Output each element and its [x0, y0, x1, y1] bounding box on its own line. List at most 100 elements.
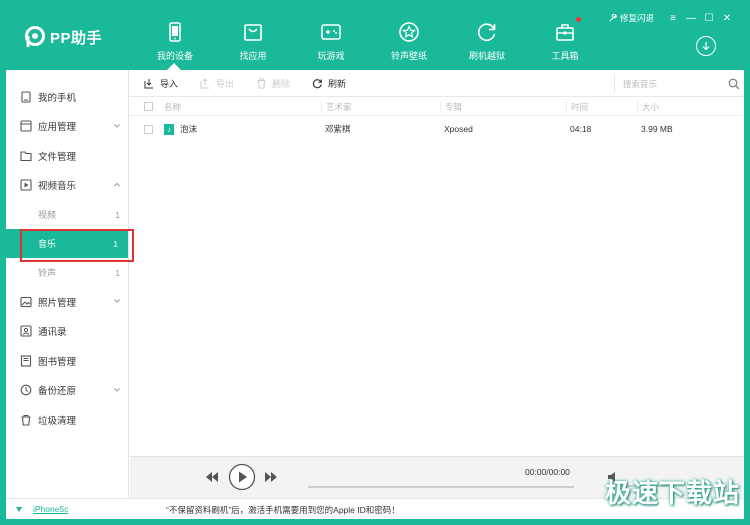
- nav-label: 玩游戏: [317, 51, 345, 61]
- nav-label: 找应用: [239, 51, 267, 61]
- delete-label: 删除: [272, 78, 291, 89]
- delete-button[interactable]: 删除: [256, 77, 290, 90]
- sidebar-item-label: 图书管理: [38, 356, 77, 368]
- download-icon[interactable]: [696, 36, 716, 56]
- row-checkbox[interactable]: [144, 124, 153, 134]
- nav-my-device[interactable]: 我的设备: [136, 6, 214, 70]
- sidebar-item-label: 垃圾清理: [38, 415, 77, 427]
- app-name: PP助手: [50, 29, 103, 47]
- play-icon[interactable]: [228, 463, 256, 491]
- sidebar-item-video-music[interactable]: 视频音乐: [6, 171, 128, 201]
- dropdown-arrow-icon: [16, 506, 22, 512]
- export-button[interactable]: 导出: [200, 77, 234, 90]
- sidebar-item-backup-restore[interactable]: 备份还原: [6, 376, 128, 406]
- item-count: 1: [115, 209, 120, 220]
- select-all-checkbox[interactable]: [144, 102, 153, 111]
- music-note-icon: ♪: [164, 124, 174, 136]
- sidebar-item-label: 通讯录: [38, 327, 67, 339]
- header-bar: PP助手 我的设备 找应用 玩游戏 铃声壁纸 刷机越狱 工具箱 修复闪退 ≡ —…: [6, 6, 744, 70]
- time-cell: 04:18: [570, 124, 592, 134]
- sidebar-item-label: 文件管理: [38, 151, 77, 163]
- table-row[interactable]: ♪ 泡沫 邓紫棋 Xposed 04:18 3.99 MB: [130, 116, 744, 142]
- col-header-album[interactable]: 专辑: [440, 100, 462, 113]
- nav-games[interactable]: 玩游戏: [292, 6, 370, 70]
- item-count: 1: [115, 267, 120, 278]
- backup-icon: [20, 384, 32, 396]
- size-cell: 3.99 MB: [641, 124, 673, 134]
- sidebar-subitem-label: 音乐: [38, 239, 57, 249]
- sidebar-subitem-ringtone[interactable]: 铃声 1: [6, 258, 128, 287]
- item-count: 1: [113, 238, 118, 249]
- maximize-icon[interactable]: ☐: [700, 13, 718, 24]
- sidebar-item-contacts[interactable]: 通讯录: [6, 317, 128, 347]
- col-header-time[interactable]: 时间: [566, 100, 588, 113]
- sidebar-subitem-label: 铃声: [38, 268, 57, 278]
- nav-label: 铃声壁纸: [390, 51, 427, 61]
- playback-time: 00:00/00:00: [525, 467, 570, 477]
- song-name: 泡沫: [180, 123, 198, 134]
- table-header: 名称 艺术家 专辑 时间 大小: [130, 98, 744, 116]
- sidebar-subitem-label: 视频: [38, 210, 57, 220]
- rewind-icon[interactable]: [206, 472, 218, 482]
- sidebar-item-my-phone[interactable]: 我的手机: [6, 82, 128, 112]
- device-selector[interactable]: iPhone5c: [16, 504, 68, 514]
- sidebar-item-label: 备份还原: [38, 386, 77, 398]
- import-icon: [144, 78, 153, 88]
- wrench-icon: [609, 13, 617, 22]
- chevron-down-icon: [114, 387, 120, 392]
- video-icon: [20, 179, 32, 191]
- sidebar-item-app-management[interactable]: 应用管理: [6, 112, 128, 142]
- playback-progress-bar[interactable]: [308, 486, 574, 488]
- sidebar-item-label: 应用管理: [38, 122, 77, 134]
- export-label: 导出: [216, 78, 235, 89]
- repair-crash-button[interactable]: 修复闪退: [608, 12, 654, 24]
- sidebar-item-file-management[interactable]: 文件管理: [6, 141, 128, 171]
- import-button[interactable]: 导入: [144, 77, 178, 90]
- search-icon[interactable]: [728, 78, 740, 90]
- sidebar-item-book-management[interactable]: 图书管理: [6, 346, 128, 376]
- book-icon: [20, 355, 32, 367]
- trash-icon: [257, 78, 266, 88]
- sidebar-subitem-music[interactable]: 音乐 1: [6, 229, 134, 262]
- chevron-down-icon: [114, 123, 120, 128]
- refresh-label: 刷新: [328, 78, 347, 89]
- status-notice: “不保留资料刷机”后，激活手机需要用到您的Apple ID和密码！: [166, 505, 400, 515]
- sidebar-item-junk-clean[interactable]: 垃圾清理: [6, 405, 128, 435]
- nav-find-apps[interactable]: 找应用: [214, 6, 292, 70]
- music-table: 名称 艺术家 专辑 时间 大小 ♪ 泡沫 邓紫棋 Xposed 04:18 3.9…: [130, 98, 744, 142]
- app-logo: PP助手: [24, 24, 124, 50]
- nav-flash-jailbreak[interactable]: 刷机越狱: [448, 6, 526, 70]
- col-header-artist[interactable]: 艺术家: [321, 100, 352, 113]
- refresh-button[interactable]: 刷新: [312, 77, 346, 90]
- col-header-name[interactable]: 名称: [164, 101, 181, 113]
- sidebar-subitem-video[interactable]: 视频 1: [6, 200, 128, 229]
- search-box[interactable]: 搜索音乐: [614, 74, 744, 93]
- search-input[interactable]: 搜索音乐: [623, 78, 728, 90]
- nav-toolbox[interactable]: 工具箱: [526, 6, 604, 70]
- window-controls: 修复闪退 ≡ — ☐ ✕: [608, 12, 736, 24]
- album-cell: Xposed: [444, 124, 473, 134]
- close-icon[interactable]: ✕: [718, 13, 736, 24]
- col-header-size[interactable]: 大小: [637, 100, 659, 113]
- chevron-down-icon: [114, 299, 120, 303]
- phone-icon: [169, 22, 181, 42]
- nav-ringtones-wallpapers[interactable]: 铃声壁纸: [370, 6, 448, 70]
- refresh-icon: [312, 78, 322, 88]
- main-nav: 我的设备 找应用 玩游戏 铃声壁纸 刷机越狱 工具箱: [136, 6, 604, 70]
- minimize-icon[interactable]: —: [682, 13, 700, 24]
- nav-label: 我的设备: [156, 51, 193, 61]
- phone-outline-icon: [21, 91, 31, 103]
- sidebar: 我的手机 应用管理 文件管理 视频音乐 视频 1 音乐 1 铃声 1 照片管理 …: [6, 70, 134, 498]
- export-icon: [200, 77, 210, 88]
- sidebar-item-photo-management[interactable]: 照片管理: [6, 287, 128, 317]
- nav-label: 刷机越狱: [468, 51, 505, 61]
- refresh-icon: [477, 23, 496, 42]
- fast-forward-icon[interactable]: [265, 472, 277, 482]
- hamburger-icon[interactable]: ≡: [664, 13, 682, 24]
- contacts-icon: [20, 325, 32, 337]
- nav-label: 工具箱: [551, 51, 579, 61]
- sidebar-item-label: 视频音乐: [38, 181, 77, 193]
- chevron-up-icon: [114, 182, 120, 186]
- folder-icon: [20, 151, 32, 161]
- notification-dot: [576, 17, 581, 22]
